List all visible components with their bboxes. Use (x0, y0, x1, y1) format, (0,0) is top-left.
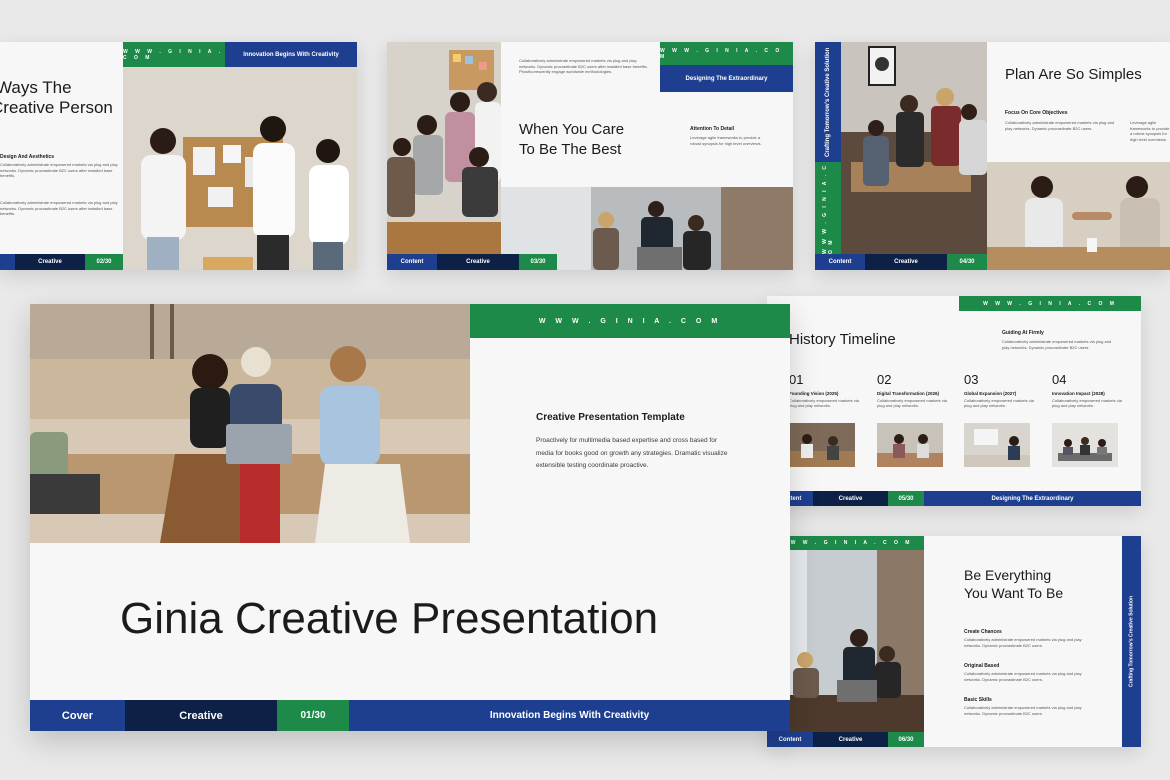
feature-text: Collaboratively administrate empowered m… (964, 637, 1082, 648)
slide-thumbnail-04[interactable]: Crafting Tomorrow's Creative Solution W … (815, 42, 1170, 270)
body-text: Collaboratively administrate empowered m… (0, 200, 118, 216)
feature-heading: Create Chances (964, 629, 1002, 635)
team-photo (123, 67, 357, 270)
page-number: 02/30 (85, 254, 123, 270)
website-url: W W W . G I N I A . C O M (470, 304, 790, 338)
section-heading: Focus On Core Objectives (1005, 110, 1068, 116)
body-text: Collaboratively administrate empowered m… (0, 162, 118, 178)
footer-cover-label: Cover (30, 700, 125, 731)
section-heading: Design And Aesthetics (0, 154, 55, 160)
timeline-number: 03 (964, 372, 979, 387)
title-line: To Be The Best (519, 141, 622, 158)
timeline-photo (964, 423, 1030, 467)
timeline-number: 01 (789, 372, 804, 387)
slide-title: When You Care To Be The Best (519, 120, 624, 160)
slide-title: Ways The Creative Person (0, 78, 123, 118)
timeline-number: 02 (877, 372, 892, 387)
timeline-photo (1052, 423, 1118, 467)
feature-text: Collaboratively administrate empowered m… (964, 705, 1082, 716)
timeline-photo (789, 423, 855, 467)
slide-body-text: Proactively for multimedia based experti… (536, 437, 728, 469)
website-url: W W W . G I N I A . C O M (959, 296, 1141, 311)
slide-subtitle: Creative Presentation Template (536, 412, 685, 423)
timeline-item: 03 Global Expansion (2027) Collaborative… (964, 372, 1044, 408)
slide-thumbnail-03[interactable]: Collaboratively administrate empowered m… (387, 42, 793, 270)
slide-cover-main[interactable]: W W W . G I N I A . C O M Creative Prese… (30, 304, 790, 731)
body-text: Leverage agile frameworks to provide a r… (690, 135, 762, 146)
business-photo (767, 550, 924, 732)
slide-title: Be Everything You Want To Be (964, 566, 1063, 602)
vertical-tagline: Crafting Tomorrow's Creative Solution (1122, 536, 1141, 747)
tagline-bar: Innovation Begins With Creativity (225, 42, 357, 67)
footer-label: Creative (125, 700, 277, 731)
page-number: 05/30 (888, 491, 924, 506)
office-photo (841, 42, 987, 254)
feature-heading: Original Based (964, 663, 1000, 669)
page-number: 04/30 (947, 254, 987, 270)
footer-content-label: Content (815, 254, 865, 270)
slide-thumbnail-02[interactable]: Ways The Creative Person Design And Aest… (0, 42, 357, 270)
title-line: You Want To Be (964, 585, 1064, 601)
group-photo (387, 42, 501, 254)
website-url: W W W . G I N I A . C O M (660, 42, 793, 65)
title-line: Ways The (0, 78, 72, 97)
title-line: When You Care (519, 121, 625, 138)
timeline-text: Collaboratively empowered markets via pl… (1052, 398, 1122, 408)
footer-label: Creative (813, 732, 888, 747)
hero-photo (30, 304, 470, 543)
body-text: Collaboratively administrate empowered m… (1005, 120, 1115, 131)
timeline-text: Collaboratively empowered markets via pl… (789, 398, 859, 408)
slide-title: Ginia Creative Presentation (120, 594, 659, 643)
website-url: W W W . G I N I A . C O M (767, 536, 924, 550)
timeline-item: 01 Founding Vision (2025) Collaborativel… (789, 372, 869, 408)
feature-block: Original Based Collaboratively administr… (964, 663, 1086, 682)
title-line: Creative Person (0, 98, 113, 117)
timeline-label: Digital Transformation (2026) (877, 391, 940, 396)
page-number: 01/30 (277, 700, 349, 731)
section-heading: Attention To Detail (690, 126, 735, 132)
page-number: 03/30 (519, 254, 557, 270)
section-heading: Guiding At Firmly (1002, 330, 1044, 336)
footer-content-label: Content (767, 732, 813, 747)
timeline-label: Innovation Impact (2028) (1052, 391, 1105, 396)
body-text: Collaboratively administrate empowered m… (519, 58, 648, 74)
vertical-website-url: W W W . G I N I A . C O M (815, 162, 841, 254)
body-text: Collaboratively administrate empowered m… (1002, 339, 1112, 350)
slide-title: History Timeline (789, 331, 896, 348)
timeline-number: 04 (1052, 372, 1067, 387)
footer-label: Creative (813, 491, 888, 506)
slide-title: Plan Are So Simples (1005, 66, 1142, 83)
footer-label: Creative (865, 254, 947, 270)
timeline-text: Collaboratively empowered markets via pl… (877, 398, 947, 408)
tagline-bar: Designing The Extraordinary (660, 65, 793, 92)
footer-content-label: Content (387, 254, 437, 270)
page-number: 06/30 (888, 732, 924, 747)
footer-segment (0, 254, 15, 270)
slide-thumbnail-06[interactable]: W W W . G I N I A . C O M Be Everything … (767, 536, 1141, 747)
timeline-item: 02 Digital Transformation (2026) Collabo… (877, 372, 957, 408)
slide-thumbnail-05[interactable]: W W W . G I N I A . C O M History Timeli… (767, 296, 1141, 506)
timeline-item: 04 Innovation Impact (2028) Collaborativ… (1052, 372, 1132, 408)
feature-block: Basic Skills Collaboratively administrat… (964, 697, 1086, 716)
body-text: Leverage agile frameworks to provide a r… (1130, 120, 1170, 142)
vertical-tagline: Crafting Tomorrow's Creative Solution (815, 42, 841, 162)
feature-block: Create Chances Collaboratively administr… (964, 629, 1086, 648)
footer-label: Creative (437, 254, 519, 270)
title-line: Be Everything (964, 567, 1052, 583)
timeline-photo (877, 423, 943, 467)
handshake-photo (987, 162, 1170, 270)
footer-label: Creative (15, 254, 85, 270)
timeline-text: Collaboratively empowered markets via pl… (964, 398, 1034, 408)
feature-heading: Basic Skills (964, 697, 992, 703)
footer-tagline: Innovation Begins With Creativity (349, 700, 790, 731)
footer-tagline: Designing The Extraordinary (924, 491, 1141, 506)
timeline-label: Founding Vision (2025) (789, 391, 839, 396)
website-url: W W W . G I N I A . C O M (123, 42, 225, 67)
timeline-label: Global Expansion (2027) (964, 391, 1017, 396)
feature-text: Collaboratively administrate empowered m… (964, 671, 1082, 682)
